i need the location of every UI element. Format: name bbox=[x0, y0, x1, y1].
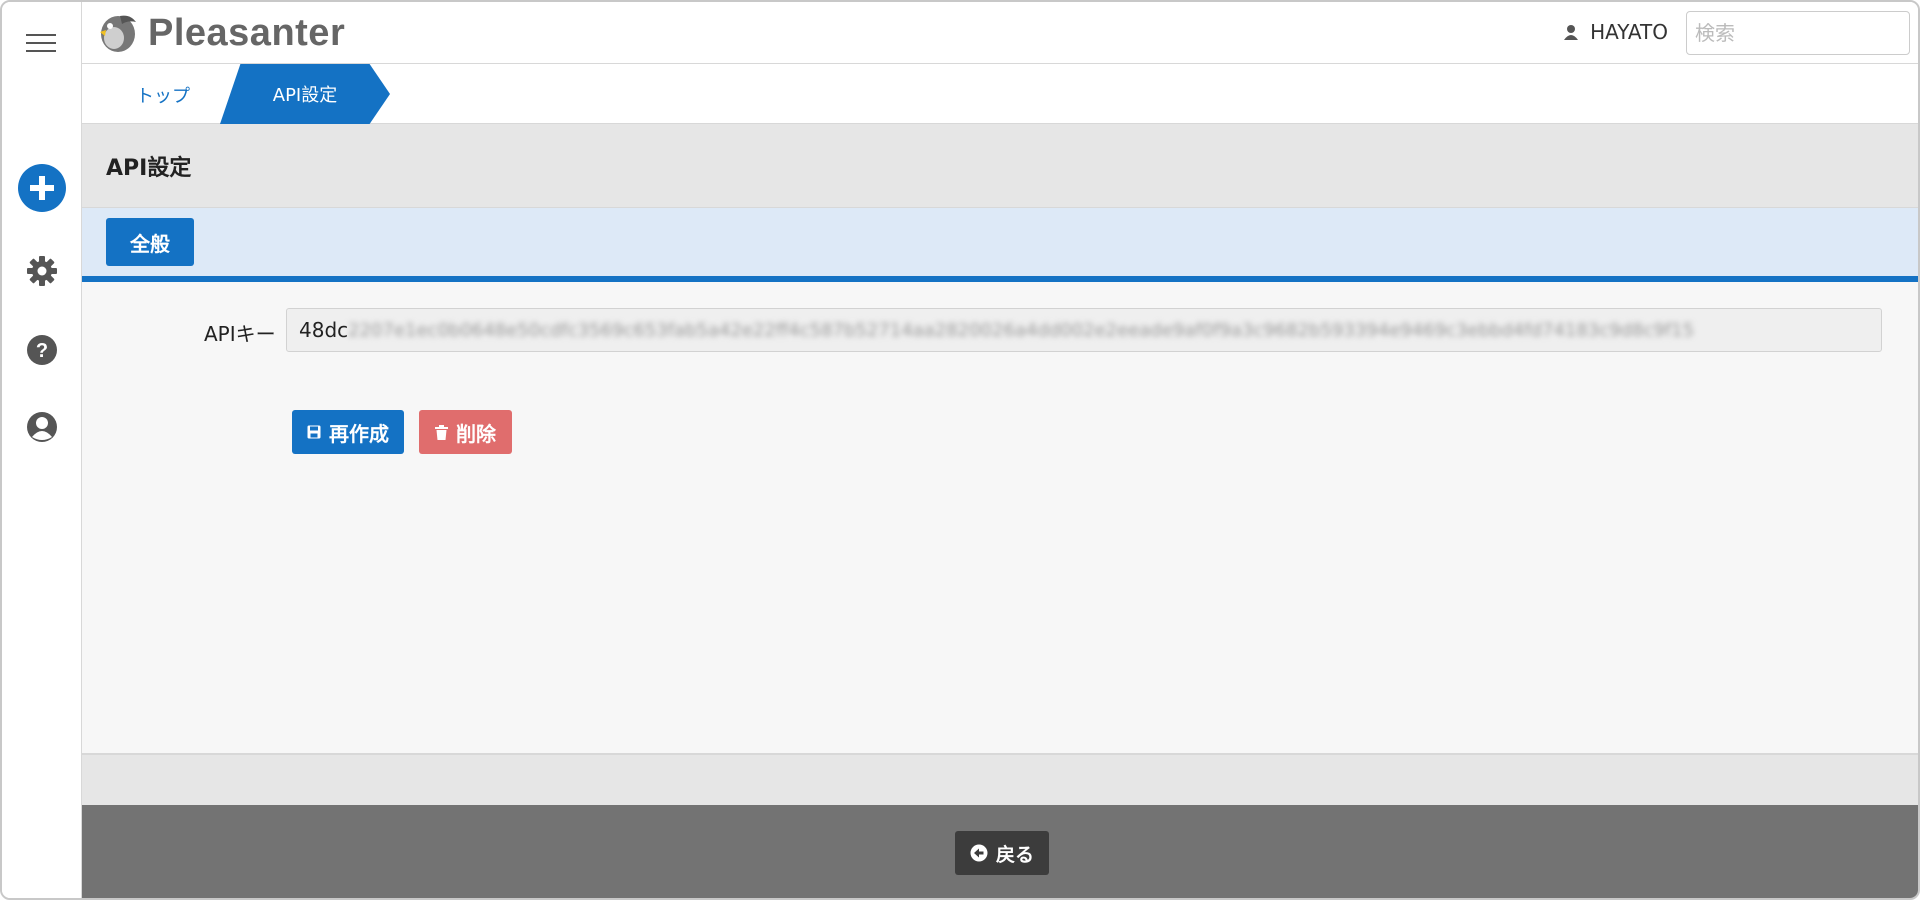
back-button[interactable]: 戻る bbox=[955, 831, 1049, 875]
api-key-field[interactable]: 48dc 2207e1ec0b0648e50cdfc3569c653fab5a4… bbox=[286, 308, 1882, 352]
delete-button[interactable]: 削除 bbox=[419, 410, 512, 454]
editor-content: APIキー 48dc 2207e1ec0b0648e50cdfc3569c653… bbox=[82, 282, 1918, 755]
api-key-visible-text: 48dc bbox=[299, 318, 349, 342]
breadcrumb: トップ API設定 bbox=[82, 64, 1918, 124]
delete-button-label: 削除 bbox=[456, 421, 496, 446]
logo[interactable]: Pleasanter bbox=[96, 10, 345, 56]
sidebar: ? bbox=[2, 2, 82, 898]
recreate-button-label: 再作成 bbox=[329, 421, 389, 446]
title-bar: API設定 bbox=[82, 124, 1918, 208]
page-title: API設定 bbox=[106, 156, 192, 181]
back-arrow-icon bbox=[970, 844, 988, 862]
footer-bar: 戻る bbox=[82, 805, 1918, 898]
user-circle-icon[interactable] bbox=[17, 402, 67, 452]
save-icon bbox=[307, 425, 321, 439]
app-window: ? Pleasanter HAYATO トップ API設定 API bbox=[0, 0, 1920, 900]
back-button-label: 戻る bbox=[995, 843, 1034, 866]
recreate-button[interactable]: 再作成 bbox=[292, 410, 404, 454]
tab-general[interactable]: 全般 bbox=[106, 218, 194, 266]
breadcrumb-item-top[interactable]: トップ bbox=[136, 82, 190, 108]
trash-icon bbox=[435, 424, 448, 440]
gear-icon[interactable] bbox=[17, 246, 67, 296]
api-key-label: APIキー bbox=[204, 322, 276, 346]
search-input[interactable] bbox=[1686, 11, 1910, 55]
logo-text: Pleasanter bbox=[148, 11, 346, 54]
user-menu[interactable]: HAYATO bbox=[1562, 20, 1668, 44]
top-header: Pleasanter HAYATO bbox=[82, 2, 1918, 64]
user-name: HAYATO bbox=[1590, 20, 1668, 44]
lower-band bbox=[82, 755, 1918, 805]
pleasanter-bird-icon bbox=[100, 15, 136, 52]
tab-bar: 全般 bbox=[82, 208, 1918, 282]
plus-icon[interactable] bbox=[18, 164, 66, 212]
menu-icon[interactable] bbox=[26, 34, 58, 54]
svg-text:?: ? bbox=[36, 340, 48, 362]
api-key-blurred-text: 2207e1ec0b0648e50cdfc3569c653fab5a42e22f… bbox=[348, 319, 1695, 341]
breadcrumb-item-api-settings[interactable]: API設定 bbox=[220, 64, 390, 124]
help-icon[interactable]: ? bbox=[17, 325, 67, 375]
user-icon bbox=[1564, 25, 1579, 40]
